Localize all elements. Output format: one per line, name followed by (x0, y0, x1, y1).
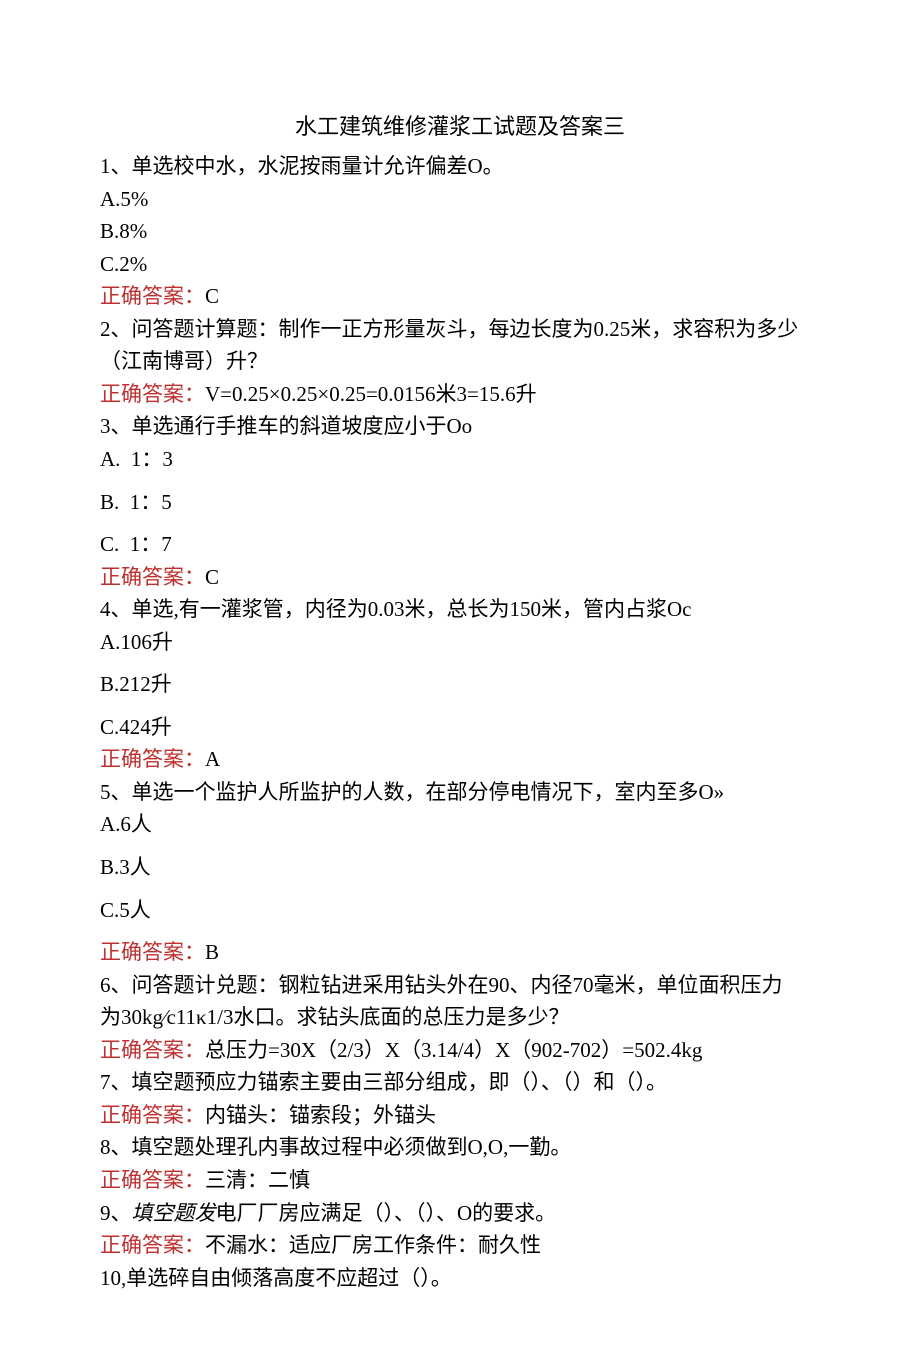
q1-option-b: B.8% (100, 215, 820, 248)
q4-answer-value: A (205, 747, 220, 771)
q2-stem-line1: 2、问答题计算题：制作一正方形量灰斗，每边长度为0.25米，求容积为多少 (100, 313, 820, 346)
q5-stem: 5、单选一个监护人所监护的人数，在部分停电情况下，室内至多O» (100, 776, 820, 809)
q2-answer: 正确答案：V=0.25×0.25×0.25=0.0156米3=15.6升 (100, 378, 820, 411)
q3-option-c: C. 1：7 (100, 528, 820, 561)
q5-option-a: A.6人 (100, 808, 820, 841)
answer-label: 正确答案： (100, 1168, 205, 1192)
answer-label: 正确答案： (100, 747, 205, 771)
q1-option-c: C.2% (100, 248, 820, 281)
answer-label: 正确答案： (100, 284, 205, 308)
q4-answer: 正确答案：A (100, 743, 820, 776)
q8-answer: 正确答案：三清：二慎 (100, 1164, 820, 1197)
q4-stem: 4、单选,有一灌浆管，内径为0.03米，总长为150米，管内占浆Oc (100, 593, 820, 626)
q7-answer-value: 内锚头：锚索段；外锚头 (205, 1103, 436, 1127)
answer-label: 正确答案： (100, 565, 205, 589)
q5-answer: 正确答案：B (100, 936, 820, 969)
q2-stem-line2: （江南博哥）升？ (100, 345, 820, 378)
q1-answer: 正确答案：C (100, 280, 820, 313)
document-title: 水工建筑维修灌浆工试题及答案三 (100, 110, 820, 144)
answer-label: 正确答案： (100, 1038, 205, 1062)
q6-stem-line2: 为30kg⁄c11κ1/3水口。求钻头底面的总压力是多少？ (100, 1001, 820, 1034)
q6-stem-line1: 6、问答题计兑题：钢粒钻进采用钻头外在90、内径70毫米，单位面积压力 (100, 969, 820, 1002)
q7-answer: 正确答案：内锚头：锚索段；外锚头 (100, 1099, 820, 1132)
q9-stem-italic: 填空题发 (132, 1201, 216, 1225)
q3-stem: 3、单选通行手推车的斜道坡度应小于Oo (100, 410, 820, 443)
q1-option-a: A.5% (100, 183, 820, 216)
q3-option-b: B. 1：5 (100, 486, 820, 519)
q1-stem: 1、单选校中水，水泥按雨量计允许偏差O。 (100, 150, 820, 183)
q4-option-a: A.106升 (100, 626, 820, 659)
q5-option-c: C.5人 (100, 894, 820, 927)
answer-label: 正确答案： (100, 382, 205, 406)
q8-stem: 8、填空题处理孔内事故过程中必须做到O,O,一勤。 (100, 1131, 820, 1164)
answer-label: 正确答案： (100, 1103, 205, 1127)
q6-answer: 正确答案：总压力=30X（2/3）X（3.14/4）X（902-702）=502… (100, 1034, 820, 1067)
q3-option-a: A. 1：3 (100, 443, 820, 476)
q5-answer-value: B (205, 940, 219, 964)
q2-answer-value: V=0.25×0.25×0.25=0.0156米3=15.6升 (205, 382, 537, 406)
q9-answer: 正确答案：不漏水：适应厂房工作条件：耐久性 (100, 1229, 820, 1262)
q10-stem: 10,单选碎自由倾落高度不应超过（）。 (100, 1262, 820, 1295)
q4-option-c: C.424升 (100, 711, 820, 744)
q8-answer-value: 三清：二慎 (205, 1168, 310, 1192)
q9-stem-prefix: 9、 (100, 1201, 132, 1225)
q7-stem: 7、填空题预应力锚索主要由三部分组成，即（）、（）和（）。 (100, 1066, 820, 1099)
q9-answer-value: 不漏水：适应厂房工作条件：耐久性 (205, 1233, 541, 1257)
q1-answer-value: C (205, 284, 219, 308)
q9-stem: 9、填空题发电厂厂房应满足（）、（）、O的要求。 (100, 1197, 820, 1230)
answer-label: 正确答案： (100, 940, 205, 964)
q3-answer-value: C (205, 565, 219, 589)
answer-label: 正确答案： (100, 1233, 205, 1257)
q5-option-b: B.3人 (100, 851, 820, 884)
q9-stem-rest: 电厂厂房应满足（）、（）、O的要求。 (216, 1201, 557, 1225)
q4-option-b: B.212升 (100, 668, 820, 701)
q6-answer-value: 总压力=30X（2/3）X（3.14/4）X（902-702）=502.4kg (205, 1038, 702, 1062)
q3-answer: 正确答案：C (100, 561, 820, 594)
